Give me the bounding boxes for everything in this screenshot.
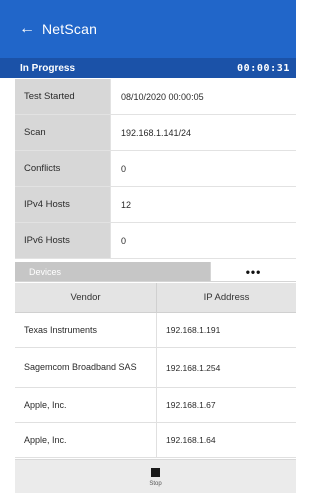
vendor-cell: Sagemcom Broadband SAS (15, 348, 157, 387)
info-value: 0 (111, 223, 296, 258)
vendor-cell: Apple, Inc. (15, 388, 157, 422)
info-key: IPv6 Hosts (15, 223, 111, 258)
ip-cell: 192.168.1.67 (166, 400, 216, 410)
table-row[interactable]: Sagemcom Broadband SAS 192.168.1.254 (15, 348, 296, 388)
table-header: Vendor IP Address (15, 283, 296, 313)
app-title: NetScan (42, 21, 98, 37)
info-key: Scan (15, 115, 111, 150)
info-value: 12 (111, 187, 296, 222)
back-arrow-icon[interactable]: ← (0, 20, 40, 38)
tab-devices[interactable]: Devices (15, 262, 210, 281)
table-row[interactable]: Texas Instruments 192.168.1.191 (15, 313, 296, 348)
more-options-icon[interactable]: ••• (210, 262, 296, 281)
info-key: Test Started (15, 79, 111, 114)
column-header-vendor[interactable]: Vendor (15, 283, 157, 312)
ip-cell: 192.168.1.191 (166, 325, 221, 335)
info-row-test-started: Test Started 08/10/2020 00:00:05 (15, 79, 296, 115)
elapsed-timer: 00:00:31 (237, 62, 290, 74)
devices-header: Devices ••• (15, 262, 296, 282)
scan-info-table: Test Started 08/10/2020 00:00:05 Scan 19… (15, 79, 296, 259)
column-header-ip-address[interactable]: IP Address (157, 283, 296, 312)
ip-cell: 192.168.1.254 (166, 362, 221, 373)
info-value: 08/10/2020 00:00:05 (111, 79, 296, 114)
info-row-ipv4-hosts: IPv4 Hosts 12 (15, 187, 296, 223)
vendor-cell: Texas Instruments (15, 313, 157, 347)
vendor-cell: Apple, Inc. (15, 423, 157, 457)
progress-label: In Progress (20, 62, 76, 74)
app-bar: ← NetScan (0, 0, 296, 58)
stop-label: Stop (149, 481, 162, 487)
devices-table: Vendor IP Address Texas Instruments 192.… (15, 283, 296, 458)
progress-bar: In Progress 00:00:31 (0, 58, 296, 78)
info-key: IPv4 Hosts (15, 187, 111, 222)
stop-icon (151, 468, 160, 477)
info-row-conflicts: Conflicts 0 (15, 151, 296, 187)
stop-button[interactable]: Stop (15, 459, 296, 493)
info-row-scan: Scan 192.168.1.141/24 (15, 115, 296, 151)
table-row[interactable]: Apple, Inc. 192.168.1.64 (15, 423, 296, 458)
info-key: Conflicts (15, 151, 111, 186)
ip-cell: 192.168.1.64 (166, 435, 216, 445)
info-value: 0 (111, 151, 296, 186)
table-row[interactable]: Apple, Inc. 192.168.1.67 (15, 388, 296, 423)
info-value: 192.168.1.141/24 (111, 115, 296, 150)
info-row-ipv6-hosts: IPv6 Hosts 0 (15, 223, 296, 259)
